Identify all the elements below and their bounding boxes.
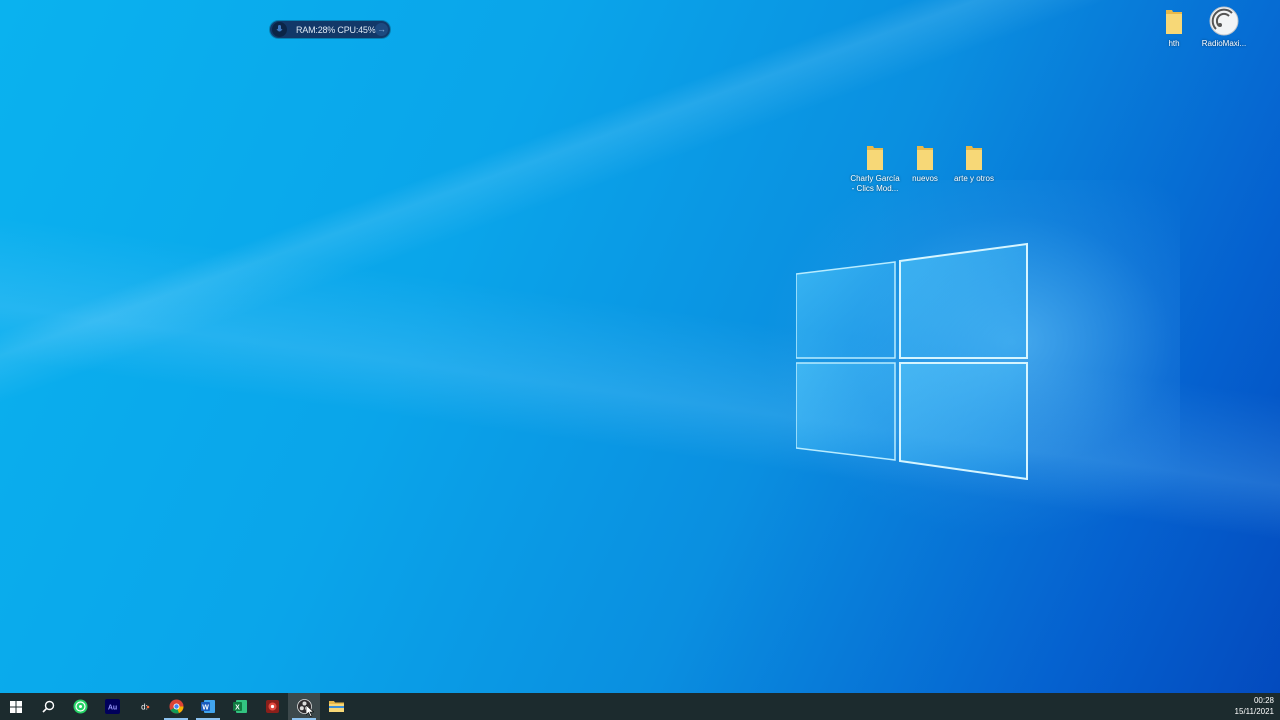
desktop-icon-radiomaxi[interactable]: RadioMaxi... xyxy=(1194,6,1254,49)
search-button[interactable] xyxy=(32,693,64,720)
desktop-icon-label-line2: - Clics Mod... xyxy=(851,184,899,193)
taskbar-audition[interactable]: Au xyxy=(96,693,128,720)
adobe-audition-icon: Au xyxy=(104,699,120,714)
whatsapp-icon xyxy=(73,699,87,714)
folder-icon xyxy=(966,146,982,170)
taskbar-word[interactable]: W xyxy=(192,693,224,720)
system-clock[interactable]: 00:28 15/11/2021 xyxy=(1235,695,1274,717)
folder-icon xyxy=(1166,10,1182,34)
chrome-icon xyxy=(169,699,183,714)
file-explorer-icon xyxy=(328,701,344,712)
taskbar-davinci-resolve[interactable]: d: xyxy=(128,693,160,720)
taskbar-obs[interactable] xyxy=(288,693,320,720)
davinci-resolve-icon: d: xyxy=(141,703,149,712)
ram-cpu-readout: RAM:28% CPU:45% xyxy=(296,24,376,35)
taskbar-chrome[interactable] xyxy=(160,693,192,720)
desktop-icon-label: arte y otros xyxy=(953,174,994,183)
radio-app-icon xyxy=(1209,6,1239,36)
word-icon: W xyxy=(200,700,215,713)
svg-text:W: W xyxy=(202,704,209,711)
clock-date: 15/11/2021 xyxy=(1234,707,1274,716)
mouse-cursor-icon xyxy=(306,705,314,717)
microphone-icon[interactable] xyxy=(272,22,287,37)
taskbar: Au d: W X 00:28 15/11/2021 xyxy=(0,693,1280,720)
windows-start-icon xyxy=(10,700,22,713)
desktop-icon-arte-y-otros[interactable]: arte y otros xyxy=(944,141,1004,184)
media-app-icon xyxy=(265,700,279,713)
ram-cpu-widget[interactable]: RAM:28% CPU:45% → xyxy=(270,21,390,38)
windows-logo-wallpaper xyxy=(796,242,1028,480)
start-button[interactable] xyxy=(0,693,32,720)
clock-time: 00:28 xyxy=(1253,696,1274,705)
desktop-icon-label: RadioMaxi... xyxy=(1201,39,1247,48)
folder-icon xyxy=(917,146,933,170)
folder-icon xyxy=(867,146,883,170)
svg-text:Au: Au xyxy=(107,705,116,712)
arrow-right-icon[interactable]: → xyxy=(375,23,388,36)
excel-icon: X xyxy=(232,700,247,713)
taskbar-excel[interactable]: X xyxy=(224,693,256,720)
taskbar-file-explorer[interactable] xyxy=(320,693,352,720)
svg-text:X: X xyxy=(235,704,240,711)
search-icon xyxy=(41,700,54,713)
taskbar-media-app[interactable] xyxy=(256,693,288,720)
taskbar-whatsapp[interactable] xyxy=(64,693,96,720)
